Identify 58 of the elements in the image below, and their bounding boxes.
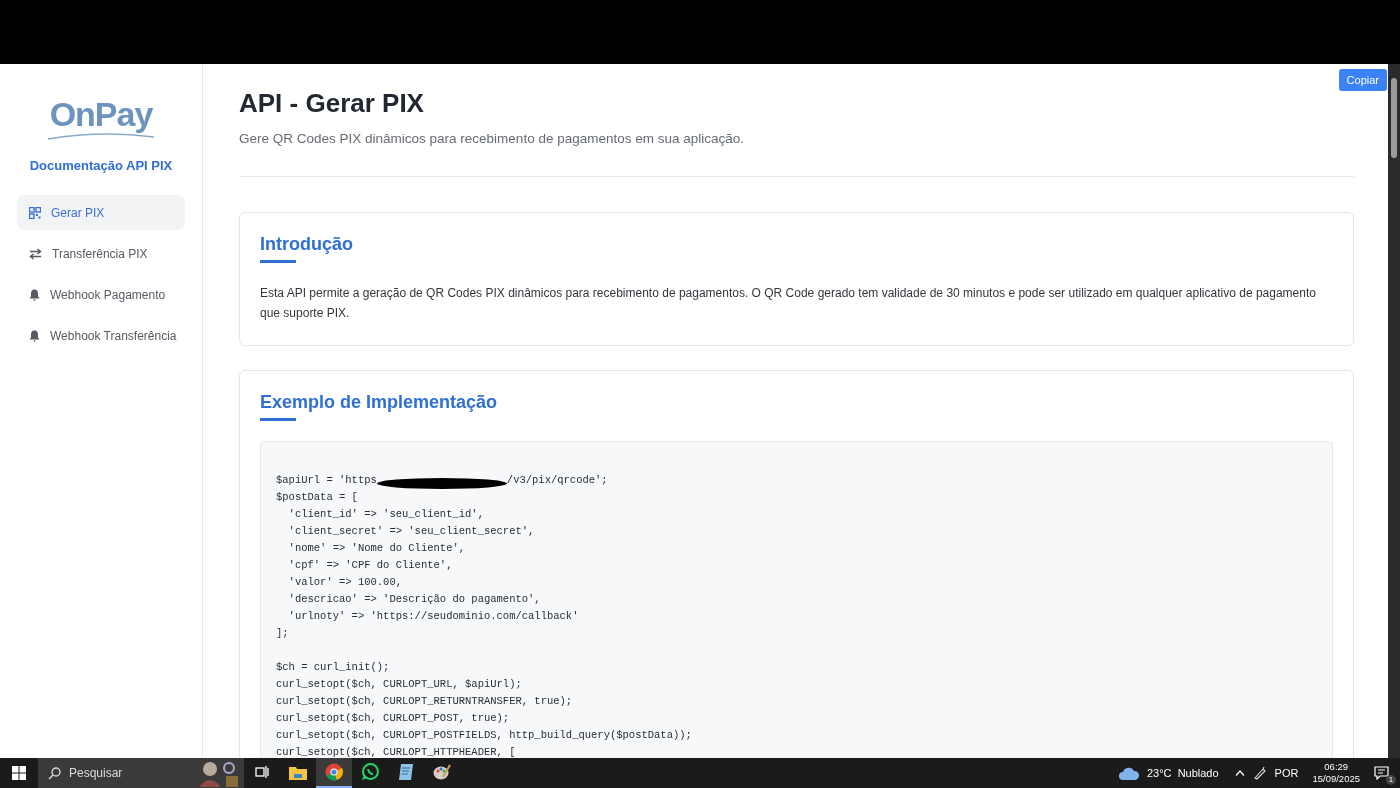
windows-start-icon[interactable] bbox=[12, 766, 26, 780]
chrome-icon bbox=[325, 763, 343, 781]
code-line: 'nome' => 'Nome do Cliente', bbox=[287, 541, 466, 556]
code-line: 'client_id' => 'seu_client_id', bbox=[287, 507, 484, 522]
logo: OnPay bbox=[46, 96, 156, 140]
code-line: curl_setopt($ch, CURLOPT_POST, true); bbox=[276, 711, 510, 726]
section-text: Esta API permite a geração de QR Codes PIX dinâmicos para recebimento de pagamentos. O QR Code gerado tem validade de 30 minutos e pode ser utilizado em qualquer aplicativo de pagamento que suporte PIX. bbox=[260, 285, 1317, 322]
nav-item[interactable]: Webhook Pagamento bbox=[17, 277, 185, 312]
code-line: 'urlnoty' => 'https://seudominio.com/callback' bbox=[287, 609, 579, 624]
bell-icon bbox=[29, 288, 40, 301]
notepad-icon bbox=[398, 763, 414, 781]
clock-date[interactable]: 15/09/2025 bbox=[1312, 773, 1360, 785]
notification-count: 1 bbox=[1386, 775, 1396, 785]
bell-icon bbox=[29, 329, 40, 342]
clock-time[interactable]: 06:29 bbox=[1324, 761, 1349, 773]
chevron-up-icon[interactable] bbox=[1234, 770, 1245, 776]
code-line: curl_setopt($ch, CURLOPT_RETURNTRANSFER, true); bbox=[276, 694, 573, 709]
title-underline bbox=[260, 418, 296, 421]
section-title: Introdução bbox=[260, 234, 354, 255]
transfer-arrows-icon bbox=[29, 247, 42, 260]
taskbar-app[interactable] bbox=[316, 758, 352, 788]
qr-code-icon bbox=[29, 206, 41, 219]
code-line: curl_setopt($ch, CURLOPT_POSTFIELDS, http_build_query($postData)); bbox=[276, 728, 692, 743]
nav-item[interactable]: Transferência PIX bbox=[17, 236, 185, 271]
code-line: 'valor' => 100.00, bbox=[287, 575, 403, 590]
code-line: 'client_secret' => 'seu_client_secret', bbox=[287, 524, 535, 539]
nav-item[interactable]: Webhook Transferência bbox=[17, 318, 185, 353]
pen-icon[interactable] bbox=[1252, 766, 1267, 780]
code-line: 'descricao' => 'Descrição do pagamento', bbox=[287, 592, 541, 607]
code-line: 'cpf' => 'CPF do Cliente', bbox=[287, 558, 453, 573]
whatsapp-icon bbox=[361, 763, 379, 781]
title-underline bbox=[260, 260, 296, 263]
copy-button[interactable]: Copiar bbox=[1338, 69, 1387, 91]
search-field[interactable]: Pesquisar bbox=[38, 758, 244, 788]
scrollbar[interactable] bbox=[1388, 64, 1400, 758]
page-title: API - Gerar PIX bbox=[239, 88, 425, 119]
nav-item[interactable]: Gerar PIX bbox=[17, 195, 185, 230]
code-line: $ch = curl_init(); bbox=[276, 660, 390, 675]
section-title: Exemplo de Implementação bbox=[260, 392, 499, 413]
task-view-icon bbox=[255, 766, 269, 778]
code-line: $postData = [ bbox=[276, 490, 358, 505]
code-line: /v3/pix/qrcode'; bbox=[506, 473, 608, 488]
paint-palette-icon bbox=[433, 763, 451, 781]
folder-icon bbox=[289, 764, 307, 780]
notification-icon bbox=[1374, 766, 1390, 780]
language-indicator[interactable]: POR bbox=[1274, 767, 1299, 779]
code-line: curl_setopt($ch, CURLOPT_URL, $apiUrl); bbox=[276, 677, 522, 692]
code-line: ]; bbox=[276, 626, 289, 641]
sidebar-title: Documentação API PIX bbox=[29, 158, 173, 173]
cloud-icon bbox=[1118, 766, 1139, 780]
code-line: $apiUrl = 'https bbox=[276, 473, 377, 488]
search-highlight-drawing bbox=[196, 759, 240, 787]
notification-button[interactable]: 1 bbox=[1374, 764, 1392, 782]
page-subtitle: Gere QR Codes PIX dinâmicos para recebimento de pagamentos em sua aplicação. bbox=[239, 131, 746, 146]
search-icon bbox=[48, 766, 61, 780]
weather-text[interactable]: 23°C Nublado bbox=[1146, 767, 1219, 779]
scrollbar-thumb[interactable] bbox=[1391, 78, 1397, 158]
code-line: curl_setopt($ch, CURLOPT_HTTPHEADER, [ bbox=[276, 745, 516, 758]
